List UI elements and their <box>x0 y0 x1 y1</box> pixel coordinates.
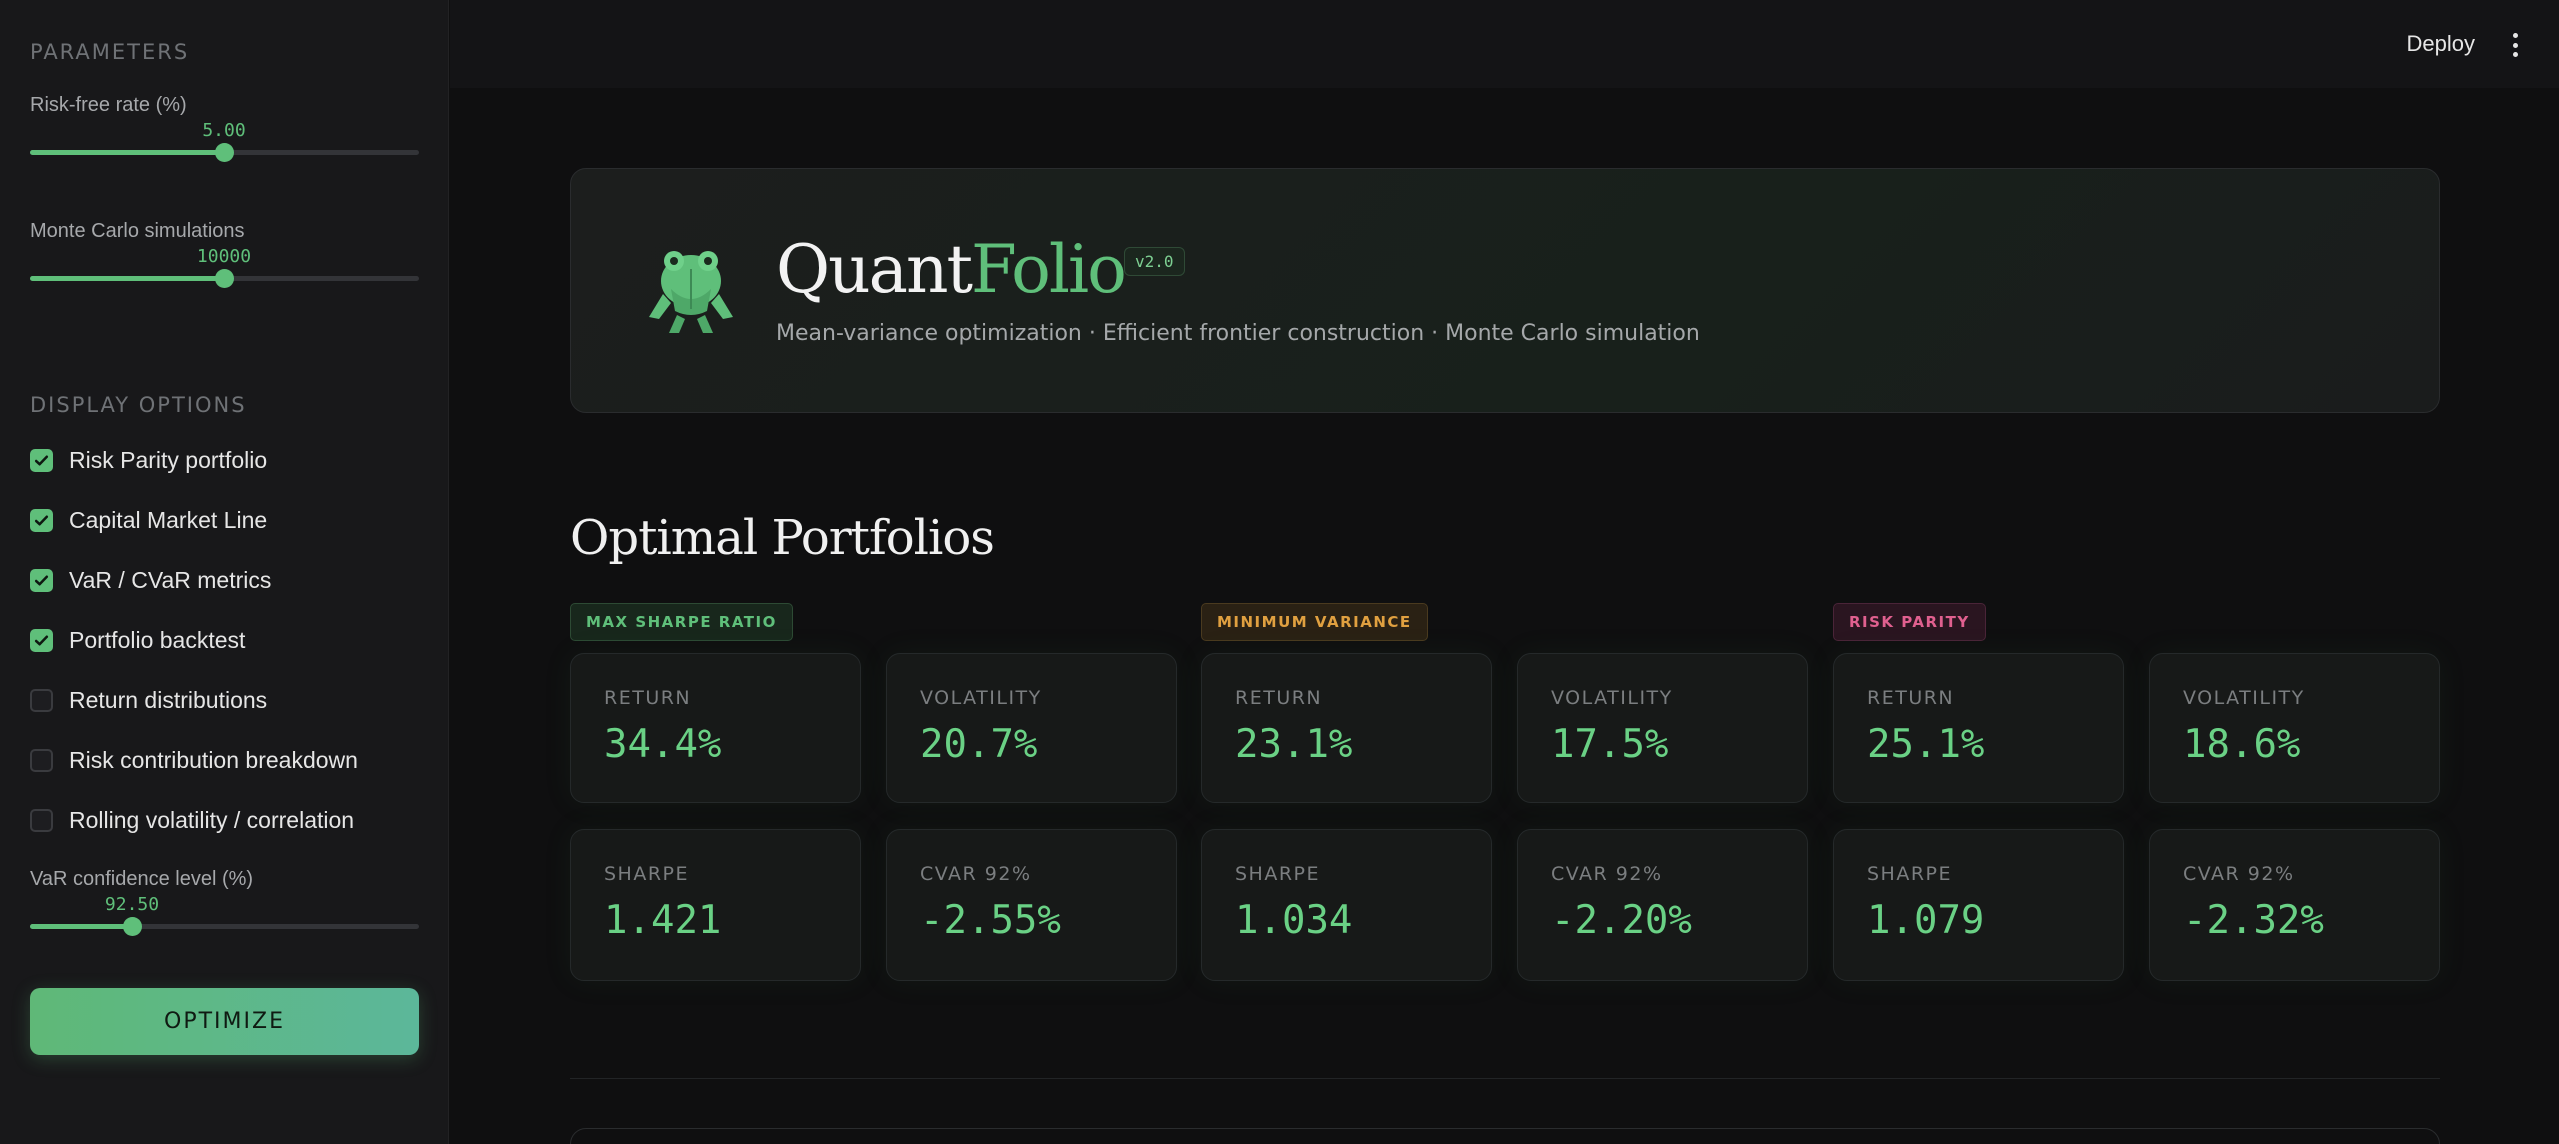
monte-carlo-label: Monte Carlo simulations <box>30 220 245 242</box>
metric-value: 34.4% <box>604 722 722 767</box>
app-title-part-2: Folio <box>971 231 1127 308</box>
option-label: Capital Market Line <box>69 506 268 533</box>
metric-value: -2.32% <box>2183 898 2324 943</box>
deploy-button[interactable]: Deploy <box>2407 31 2475 57</box>
metric-value: 17.5% <box>1551 722 1669 767</box>
app-title: QuantFolio <box>776 231 1127 308</box>
tagline: Mean-variance optimization · Efficient f… <box>776 321 1700 346</box>
display-options-title: DISPLAY OPTIONS <box>30 393 247 417</box>
metric-label: SHARPE <box>604 863 690 885</box>
metric-card-volatility: VOLATILITY 20.7% <box>886 653 1177 803</box>
checkbox-unchecked-icon[interactable] <box>30 688 53 712</box>
metric-value: 1.079 <box>1867 898 1985 943</box>
metric-label: CVAR 92% <box>2183 863 2295 885</box>
slider-thumb[interactable] <box>123 917 142 936</box>
option-rolling-vol[interactable]: Rolling volatility / correlation <box>30 805 354 835</box>
slider-value: 92.50 <box>104 894 160 915</box>
risk-free-slider[interactable]: 5.00 <box>30 120 419 162</box>
metric-card-cvar: CVAR 92% -2.32% <box>2149 829 2440 981</box>
metric-label: VOLATILITY <box>920 687 1042 709</box>
metric-card-return: RETURN 34.4% <box>570 653 861 803</box>
metric-card-return: RETURN 23.1% <box>1201 653 1492 803</box>
option-cml[interactable]: Capital Market Line <box>30 505 267 535</box>
tag-risk-parity: RISK PARITY <box>1833 603 1986 641</box>
section-divider <box>570 1078 2440 1079</box>
slider-fill <box>30 150 224 155</box>
checkbox-checked-icon[interactable] <box>30 628 53 652</box>
metric-card-sharpe: SHARPE 1.421 <box>570 829 861 981</box>
option-label: VaR / CVaR metrics <box>69 566 272 593</box>
slider-thumb[interactable] <box>215 269 234 288</box>
option-label: Risk contribution breakdown <box>69 746 358 773</box>
option-label: Return distributions <box>69 686 268 713</box>
slider-thumb[interactable] <box>215 143 234 162</box>
metric-value: 1.421 <box>604 898 722 943</box>
var-confidence-slider[interactable]: 92.50 <box>30 894 419 936</box>
metric-card-sharpe: SHARPE 1.034 <box>1201 829 1492 981</box>
option-backtest[interactable]: Portfolio backtest <box>30 625 245 655</box>
option-return-dist[interactable]: Return distributions <box>30 685 267 715</box>
sidebar: PARAMETERS Risk-free rate (%) 5.00 Monte… <box>0 0 449 1144</box>
tag-max-sharpe: MAX SHARPE RATIO <box>570 603 793 641</box>
metric-value: -2.20% <box>1551 898 1692 943</box>
metric-label: CVAR 92% <box>1551 863 1663 885</box>
option-label: Rolling volatility / correlation <box>69 806 355 833</box>
metric-card-return: RETURN 25.1% <box>1833 653 2124 803</box>
parameters-title: PARAMETERS <box>30 40 190 64</box>
checkbox-checked-icon[interactable] <box>30 508 53 532</box>
metric-value: 18.6% <box>2183 722 2301 767</box>
kebab-menu-icon[interactable] <box>2511 33 2519 57</box>
metric-card-volatility: VOLATILITY 18.6% <box>2149 653 2440 803</box>
metric-card-volatility: VOLATILITY 17.5% <box>1517 653 1808 803</box>
option-label: Portfolio backtest <box>69 626 246 653</box>
metric-card-sharpe: SHARPE 1.079 <box>1833 829 2124 981</box>
metric-label: RETURN <box>604 687 692 709</box>
header-card: QuantFolio v2.0 Mean-variance optimizati… <box>570 168 2440 413</box>
metric-card-cvar: CVAR 92% -2.20% <box>1517 829 1808 981</box>
tag-min-variance: MINIMUM VARIANCE <box>1201 603 1428 641</box>
metric-label: RETURN <box>1235 687 1323 709</box>
slider-fill <box>30 276 224 281</box>
metric-label: SHARPE <box>1235 863 1321 885</box>
optimize-button[interactable]: OPTIMIZE <box>30 988 419 1055</box>
top-bar: Deploy <box>450 0 2559 88</box>
risk-free-label: Risk-free rate (%) <box>30 94 187 116</box>
slider-fill <box>30 924 132 929</box>
metric-label: SHARPE <box>1867 863 1953 885</box>
var-confidence-label: VaR confidence level (%) <box>30 868 254 890</box>
metric-value: 1.034 <box>1235 898 1353 943</box>
checkbox-checked-icon[interactable] <box>30 448 53 472</box>
metric-label: CVAR 92% <box>920 863 1032 885</box>
metric-value: 20.7% <box>920 722 1038 767</box>
metric-value: 25.1% <box>1867 722 1985 767</box>
metric-card-cvar: CVAR 92% -2.55% <box>886 829 1177 981</box>
next-section-card <box>570 1128 2440 1144</box>
option-risk-contribution[interactable]: Risk contribution breakdown <box>30 745 358 775</box>
option-var-cvar[interactable]: VaR / CVaR metrics <box>30 565 271 595</box>
slider-value: 10000 <box>196 246 252 267</box>
option-label: Risk Parity portfolio <box>69 446 268 473</box>
section-title: Optimal Portfolios <box>570 510 995 566</box>
metric-value: -2.55% <box>920 898 1061 943</box>
metric-label: VOLATILITY <box>1551 687 1673 709</box>
option-risk-parity[interactable]: Risk Parity portfolio <box>30 445 267 475</box>
checkbox-checked-icon[interactable] <box>30 568 53 592</box>
metric-label: RETURN <box>1867 687 1955 709</box>
frog-icon <box>649 251 733 333</box>
metric-label: VOLATILITY <box>2183 687 2305 709</box>
monte-carlo-slider[interactable]: 10000 <box>30 246 419 288</box>
version-badge: v2.0 <box>1124 247 1185 276</box>
app-title-part-1: Quant <box>776 231 973 308</box>
checkbox-unchecked-icon[interactable] <box>30 808 53 832</box>
slider-value: 5.00 <box>202 120 246 141</box>
metric-value: 23.1% <box>1235 722 1353 767</box>
checkbox-unchecked-icon[interactable] <box>30 748 53 772</box>
